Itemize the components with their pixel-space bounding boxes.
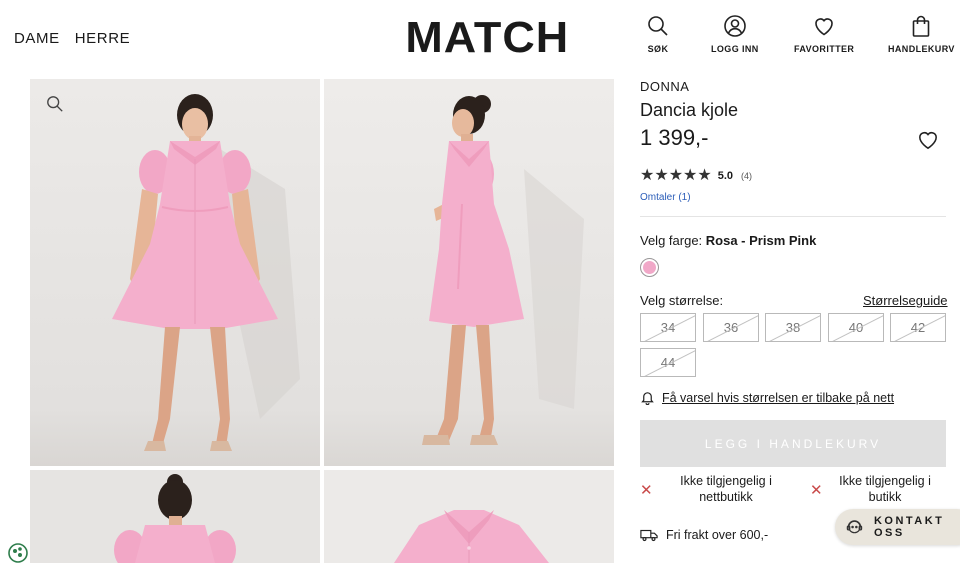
product-name: Dancia kjole [640,100,739,120]
notify-label: Få varsel hvis størrelsen er tilbake på … [662,390,895,405]
product-image-front[interactable] [30,79,320,466]
dress-detail [394,510,549,563]
search-button[interactable]: SØK [646,14,670,54]
cart-button[interactable]: HANDLEKURV [888,14,955,54]
zoom-icon[interactable] [46,95,64,113]
free-shipping-info: Fri frakt over 600,- [640,528,768,542]
truck-icon [640,529,658,542]
shipping-label: Fri frakt over 600,- [666,528,769,542]
availability-store-line2: butikk [868,490,902,504]
product-price: 1 399,- [640,125,709,150]
size-label: Velg størrelse: [640,293,724,308]
availability-online: ✕ Ikke tilgjengelig i nettbutikk [640,473,792,505]
availability-store-line1: Ikke tilgjengelig i [839,474,931,488]
cart-label: HANDLEKURV [888,44,955,54]
product-image-detail[interactable] [324,470,614,563]
availability-store: ✕ Ikke tilgjengelig i butikk [810,473,940,505]
unavailable-x-icon: ✕ [640,482,653,499]
search-label: SØK [647,44,669,54]
main-nav: DAME HERRE [14,30,130,47]
size-option[interactable]: 40 [828,313,884,342]
size-guide-link[interactable]: Størrelseguide [863,293,948,308]
size-option[interactable]: 42 [890,313,946,342]
star-icon: ★ [668,167,684,184]
rating-count: (4) [741,171,753,181]
product-brand[interactable]: DONNA [640,79,689,94]
bell-icon [641,392,654,405]
star-icon: ★ [654,167,669,184]
rating[interactable]: ★ ★ ★ ★ ★ 5.0 (4) [640,168,752,184]
star-icon: ★ [697,167,712,184]
rating-value: 5.0 [717,170,734,182]
bag-icon [913,15,930,37]
color-swatch-pink[interactable] [640,258,659,277]
star-icon: ★ [683,167,698,184]
cookie-settings-button[interactable] [6,541,30,563]
contact-label: KONTAKT OSS [873,515,945,539]
site-logo[interactable]: MATCH [405,16,569,60]
availability-online-line1: Ikke tilgjengelig i [680,474,772,488]
unavailable-x-icon: ✕ [810,482,823,499]
color-label: Velg farge: Rosa - Prism Pink [640,233,816,248]
login-label: LOGG INN [711,44,759,54]
cookie-icon [8,543,28,563]
size-option[interactable]: 36 [703,313,759,342]
notify-back-in-stock[interactable]: Få varsel hvis størrelsen er tilbake på … [640,390,894,405]
favorites-button[interactable]: FAVORITTER [794,14,854,54]
support-agent-icon [846,520,863,534]
model-figure [112,94,300,451]
model-figure-side [422,95,584,445]
product-image-side[interactable] [324,79,614,466]
add-to-favorites-heart-icon[interactable] [917,130,939,150]
nav-dame[interactable]: DAME [14,30,60,47]
site-header: DAME HERRE MATCH SØK LOGG INN FAVORITTER… [0,0,960,78]
size-option[interactable]: 34 [640,313,696,342]
heart-icon [815,18,833,36]
reviews-link[interactable]: Omtaler (1) [640,192,691,203]
product-image-back[interactable] [30,470,320,563]
color-value: Rosa - Prism Pink [705,233,817,248]
divider [640,216,946,217]
size-option[interactable]: 44 [640,348,696,377]
add-to-cart-button[interactable]: LEGG I HANDLEKURV [640,420,946,467]
favorites-label: FAVORITTER [794,44,855,54]
contact-us-button[interactable]: KONTAKT OSS [835,509,960,545]
size-option[interactable]: 38 [765,313,821,342]
login-button[interactable]: LOGG INN [711,14,759,54]
user-icon [724,15,746,37]
star-icon: ★ [640,167,655,184]
availability-online-line2: nettbutikk [699,490,753,504]
color-prompt: Velg farge: [640,233,703,248]
model-figure-back [114,474,236,563]
search-icon [648,16,668,36]
nav-herre[interactable]: HERRE [75,30,131,47]
